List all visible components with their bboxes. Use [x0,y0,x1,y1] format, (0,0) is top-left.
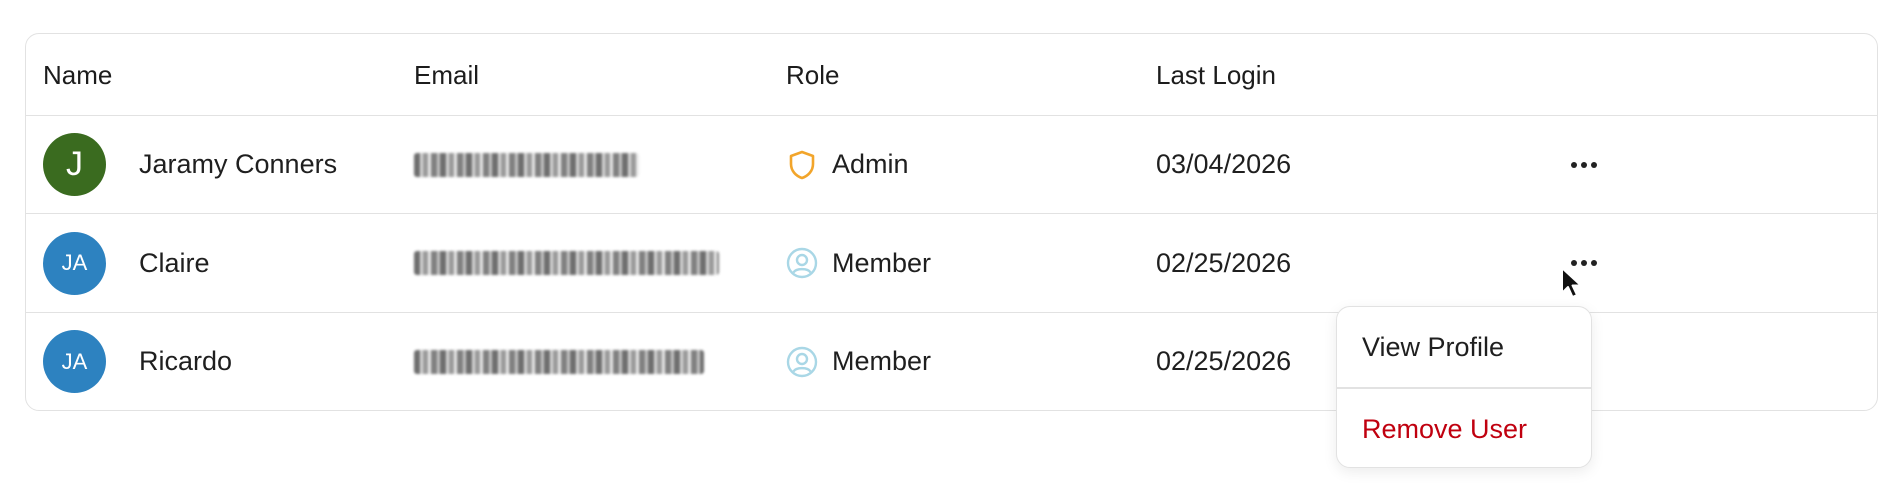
user-name-cell: JA Claire [43,214,210,312]
user-name: Claire [139,247,210,278]
column-header-last-login[interactable]: Last Login [1156,34,1276,116]
remove-user-menu-item[interactable]: Remove User [1337,409,1591,449]
last-login-cell: 03/04/2026 [1156,149,1292,179]
avatar: JA [43,231,106,295]
row-actions-menu: View Profile Remove User [1336,306,1592,468]
ellipsis-dot [1591,161,1597,168]
user-role-cell: Member [786,313,931,410]
last-login-cell: 02/25/2026 [1156,247,1292,278]
role-label: Admin [832,149,909,179]
user-name-cell: J Jaramy Conners [43,116,337,213]
user-role-cell: Admin [786,116,909,213]
ellipsis-dot [1581,161,1587,168]
last-login-cell: 02/25/2026 [1156,346,1292,376]
column-header-email[interactable]: Email [414,34,479,116]
table-header-row: Name Email Role Last Login [26,34,1877,116]
redacted-email [414,251,719,275]
user-name: Ricardo [139,346,233,376]
redacted-email [414,349,704,374]
user-role-cell: Member [786,214,931,312]
role-label: Member [832,247,932,278]
row-actions-cell [1559,116,1609,213]
user-name: Jaramy Conners [139,149,338,179]
user-circle-icon [786,247,818,279]
view-profile-menu-item[interactable]: View Profile [1337,327,1591,367]
ellipsis-dot [1591,260,1597,266]
users-table: Name Email Role Last Login J Jaramy Conn… [25,33,1878,411]
more-actions-button[interactable] [1563,154,1605,176]
role-label: Member [832,346,932,376]
table-row[interactable]: JA Claire Member 02/25/2026 [26,214,1877,313]
shield-icon [786,149,818,181]
table-row[interactable]: JA Ricardo Member 02/25/2026 [26,313,1877,410]
ellipsis-icon [1571,161,1577,168]
user-email-cell [414,214,719,312]
user-name-cell: JA Ricardo [43,313,232,410]
user-email-cell [414,313,704,410]
avatar: J [43,133,106,196]
mouse-cursor-icon [1561,267,1582,298]
user-circle-icon [786,346,818,378]
column-header-role[interactable]: Role [786,34,839,116]
table-row[interactable]: J Jaramy Conners Admin 03/04/2026 [26,116,1877,214]
redacted-email [414,152,639,177]
column-header-name[interactable]: Name [43,34,112,116]
menu-divider [1337,387,1591,389]
user-email-cell [414,116,639,213]
avatar: JA [43,330,106,393]
